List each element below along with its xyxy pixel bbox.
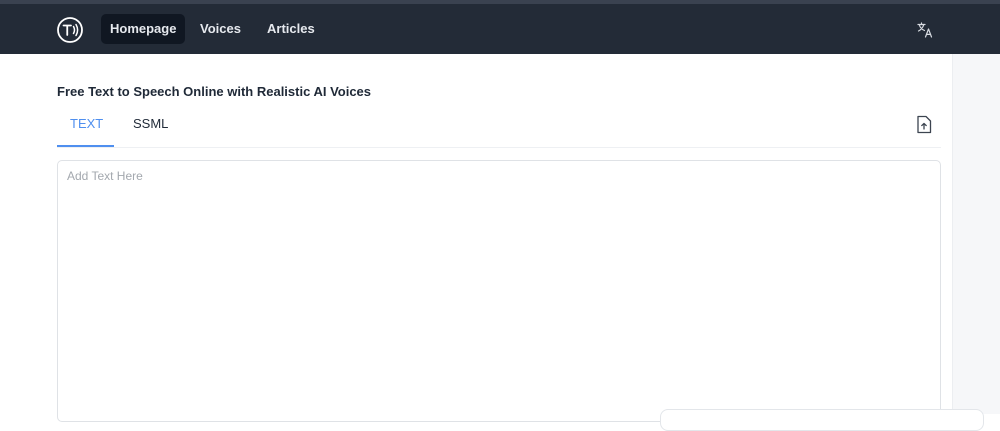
- translate-icon[interactable]: [916, 21, 934, 39]
- page-scroll-area-edge: [952, 54, 1000, 414]
- top-navbar: Homepage Voices Articles: [0, 4, 1000, 54]
- tab-divider: [57, 147, 941, 148]
- tab-ssml[interactable]: SSML: [133, 116, 168, 131]
- page-title: Free Text to Speech Online with Realisti…: [57, 84, 372, 99]
- text-input-area[interactable]: [57, 160, 941, 422]
- text-to-speech-logo-icon[interactable]: [55, 15, 85, 45]
- nav-articles[interactable]: Articles: [267, 14, 315, 44]
- nav-voices[interactable]: Voices: [200, 14, 241, 44]
- nav-homepage[interactable]: Homepage: [101, 14, 186, 44]
- tab-text[interactable]: TEXT: [70, 116, 103, 131]
- floating-panel: [660, 409, 984, 431]
- file-upload-icon[interactable]: [916, 115, 932, 134]
